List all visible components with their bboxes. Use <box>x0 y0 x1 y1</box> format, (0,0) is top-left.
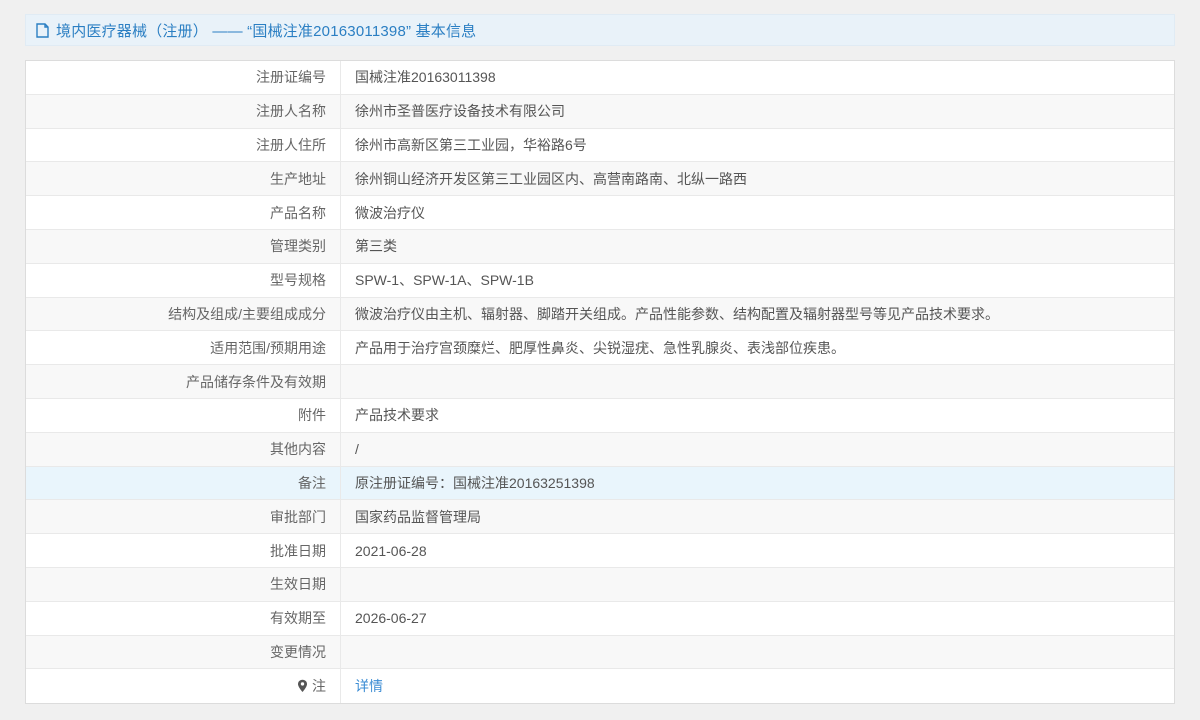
row-value-cell: 详情 <box>341 669 1174 703</box>
table-row: 有效期至 2026-06-27 <box>26 602 1174 636</box>
row-value-cell: 产品技术要求 <box>341 399 1174 432</box>
row-label-cell: 适用范围/预期用途 <box>26 331 341 364</box>
row-label-cell: 管理类别 <box>26 230 341 263</box>
document-icon <box>36 23 49 38</box>
row-label: 产品储存条件及有效期 <box>186 372 326 392</box>
row-label-cell: 其他内容 <box>26 433 341 466</box>
table-row: 注册证编号 国械注准20163011398 <box>26 61 1174 95</box>
detail-link[interactable]: 详情 <box>355 676 383 696</box>
table-row: 生产地址 徐州铜山经济开发区第三工业园区内、高营南路南、北纵一路西 <box>26 162 1174 196</box>
row-value: 产品技术要求 <box>355 405 439 425</box>
table-row: 注 详情 <box>26 669 1174 703</box>
row-label: 注册人住所 <box>256 135 326 155</box>
row-value-cell: 微波治疗仪 <box>341 196 1174 229</box>
table-row: 附件 产品技术要求 <box>26 399 1174 433</box>
pin-icon <box>297 679 308 693</box>
page: 境内医疗器械（注册） —— “国械注准20163011398” 基本信息 注册证… <box>0 0 1200 720</box>
row-value: 原注册证编号：国械注准20163251398 <box>355 473 595 493</box>
row-label: 审批部门 <box>270 507 326 527</box>
table-row: 适用范围/预期用途 产品用于治疗宫颈糜烂、肥厚性鼻炎、尖锐湿疣、急性乳腺炎、表浅部… <box>26 331 1174 365</box>
row-value-cell: 产品用于治疗宫颈糜烂、肥厚性鼻炎、尖锐湿疣、急性乳腺炎、表浅部位疾患。 <box>341 331 1174 364</box>
row-value: 微波治疗仪由主机、辐射器、脚踏开关组成。产品性能参数、结构配置及辐射器型号等见产… <box>355 304 999 324</box>
table-row: 注册人住所 徐州市高新区第三工业园，华裕路6号 <box>26 129 1174 163</box>
row-value: 2021-06-28 <box>355 543 427 559</box>
row-label-cell: 备注 <box>26 467 341 500</box>
row-label: 产品名称 <box>270 203 326 223</box>
row-value: 微波治疗仪 <box>355 203 425 223</box>
row-label: 备注 <box>298 473 326 493</box>
row-label: 附件 <box>298 405 326 425</box>
row-label-cell: 注册人名称 <box>26 95 341 128</box>
table-row: 变更情况 <box>26 636 1174 670</box>
page-title: 境内医疗器械（注册） —— “国械注准20163011398” 基本信息 <box>56 20 476 41</box>
info-table: 注册证编号 国械注准20163011398 注册人名称 徐州市圣普医疗设备技术有限公司… <box>25 60 1175 704</box>
row-value: 徐州市圣普医疗设备技术有限公司 <box>355 101 565 121</box>
row-label: 注 <box>312 676 326 696</box>
row-value-cell: 2026-06-27 <box>341 602 1174 635</box>
row-value-cell: 2021-06-28 <box>341 534 1174 567</box>
row-value-cell <box>341 568 1174 601</box>
table-row: 注册人名称 徐州市圣普医疗设备技术有限公司 <box>26 95 1174 129</box>
row-value-cell: 徐州铜山经济开发区第三工业园区内、高营南路南、北纵一路西 <box>341 162 1174 195</box>
table-row: 型号规格 SPW-1、SPW-1A、SPW-1B <box>26 264 1174 298</box>
row-label-cell: 型号规格 <box>26 264 341 297</box>
row-value-cell: 第三类 <box>341 230 1174 263</box>
row-value-cell: 徐州市圣普医疗设备技术有限公司 <box>341 95 1174 128</box>
table-row: 审批部门 国家药品监督管理局 <box>26 500 1174 534</box>
row-value: SPW-1、SPW-1A、SPW-1B <box>355 270 534 290</box>
row-value: 第三类 <box>355 236 397 256</box>
row-value-cell <box>341 365 1174 398</box>
row-value-cell: 国械注准20163011398 <box>341 61 1174 94</box>
row-label-cell: 审批部门 <box>26 500 341 533</box>
row-label: 有效期至 <box>270 608 326 628</box>
row-label-cell: 产品储存条件及有效期 <box>26 365 341 398</box>
table-row: 批准日期 2021-06-28 <box>26 534 1174 568</box>
row-value-cell: 微波治疗仪由主机、辐射器、脚踏开关组成。产品性能参数、结构配置及辐射器型号等见产… <box>341 298 1174 331</box>
row-label-cell: 批准日期 <box>26 534 341 567</box>
table-row: 生效日期 <box>26 568 1174 602</box>
row-label-cell: 生产地址 <box>26 162 341 195</box>
table-row: 产品名称 微波治疗仪 <box>26 196 1174 230</box>
row-label: 适用范围/预期用途 <box>210 338 326 358</box>
row-label-cell: 有效期至 <box>26 602 341 635</box>
row-label: 注册人名称 <box>256 101 326 121</box>
row-label-cell: 注 <box>26 669 341 703</box>
row-label: 生产地址 <box>270 169 326 189</box>
table-row: 其他内容 / <box>26 433 1174 467</box>
row-value: / <box>355 441 359 457</box>
row-value-cell <box>341 636 1174 669</box>
row-label: 其他内容 <box>270 439 326 459</box>
row-label-cell: 注册人住所 <box>26 129 341 162</box>
row-value-cell: / <box>341 433 1174 466</box>
table-row: 备注 原注册证编号：国械注准20163251398 <box>26 467 1174 501</box>
row-label: 生效日期 <box>270 574 326 594</box>
row-value: 2026-06-27 <box>355 610 427 626</box>
row-value-cell: 国家药品监督管理局 <box>341 500 1174 533</box>
row-label: 注册证编号 <box>256 67 326 87</box>
row-label-cell: 产品名称 <box>26 196 341 229</box>
row-label: 型号规格 <box>270 270 326 290</box>
row-value-cell: 徐州市高新区第三工业园，华裕路6号 <box>341 129 1174 162</box>
row-label: 管理类别 <box>270 236 326 256</box>
row-value: 产品用于治疗宫颈糜烂、肥厚性鼻炎、尖锐湿疣、急性乳腺炎、表浅部位疾患。 <box>355 338 845 358</box>
table-row: 管理类别 第三类 <box>26 230 1174 264</box>
row-label-cell: 附件 <box>26 399 341 432</box>
row-label-cell: 注册证编号 <box>26 61 341 94</box>
row-value-cell: 原注册证编号：国械注准20163251398 <box>341 467 1174 500</box>
table-row: 结构及组成/主要组成成分 微波治疗仪由主机、辐射器、脚踏开关组成。产品性能参数、结… <box>26 298 1174 332</box>
row-label-cell: 变更情况 <box>26 636 341 669</box>
row-value-cell: SPW-1、SPW-1A、SPW-1B <box>341 264 1174 297</box>
row-label: 批准日期 <box>270 541 326 561</box>
row-value: 国械注准20163011398 <box>355 67 496 87</box>
table-row: 产品储存条件及有效期 <box>26 365 1174 399</box>
page-header: 境内医疗器械（注册） —— “国械注准20163011398” 基本信息 <box>25 14 1175 46</box>
row-label: 结构及组成/主要组成成分 <box>168 304 326 324</box>
row-value: 徐州市高新区第三工业园，华裕路6号 <box>355 135 587 155</box>
row-value: 徐州铜山经济开发区第三工业园区内、高营南路南、北纵一路西 <box>355 169 747 189</box>
row-label: 变更情况 <box>270 642 326 662</box>
row-value: 国家药品监督管理局 <box>355 507 481 527</box>
row-label-cell: 生效日期 <box>26 568 341 601</box>
row-label-cell: 结构及组成/主要组成成分 <box>26 298 341 331</box>
